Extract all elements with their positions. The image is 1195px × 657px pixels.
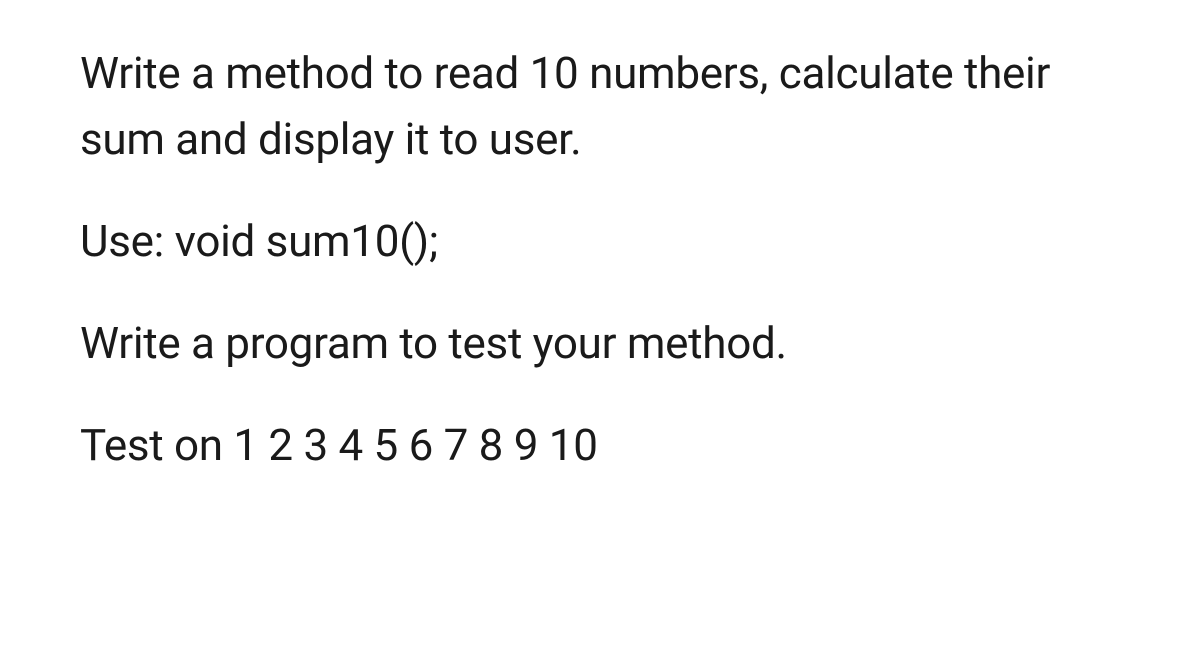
paragraph-signature: Use: void sum10();: [80, 208, 1115, 274]
document-content: Write a method to read 10 numbers, calcu…: [80, 40, 1115, 478]
paragraph-test-data: Test on 1 2 3 4 5 6 7 8 9 10: [80, 412, 1115, 478]
paragraph-instructions: Write a method to read 10 numbers, calcu…: [80, 40, 1115, 172]
paragraph-program: Write a program to test your method.: [80, 310, 1115, 376]
